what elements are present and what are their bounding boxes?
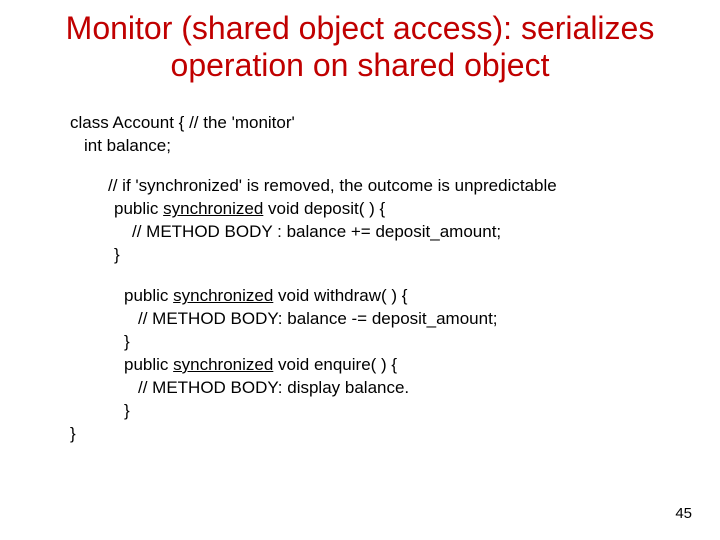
withdraw-body: // METHOD BODY: balance -= deposit_amoun…: [138, 308, 690, 331]
withdraw-signature: public synchronized void withdraw( ) {: [124, 285, 690, 308]
enquire-signature: public synchronized void enquire( ) {: [124, 354, 690, 377]
class-declaration: class Account { // the 'monitor': [70, 112, 690, 135]
withdraw-keyword: synchronized: [173, 286, 273, 305]
deposit-keyword: synchronized: [163, 199, 263, 218]
withdraw-post: void withdraw( ) {: [273, 286, 407, 305]
deposit-post: void deposit( ) {: [263, 199, 385, 218]
deposit-body: // METHOD BODY : balance += deposit_amou…: [132, 221, 690, 244]
enquire-post: void enquire( ) {: [273, 355, 397, 374]
withdraw-close: }: [124, 331, 690, 354]
field-declaration: int balance;: [84, 135, 690, 158]
enquire-pre: public: [124, 355, 173, 374]
class-close: }: [70, 423, 690, 446]
slide-title: Monitor (shared object access): serializ…: [30, 10, 690, 84]
sync-comment: // if 'synchronized' is removed, the out…: [108, 175, 690, 198]
deposit-close: }: [114, 244, 690, 267]
page-number: 45: [675, 505, 692, 522]
enquire-keyword: synchronized: [173, 355, 273, 374]
code-block: class Account { // the 'monitor' int bal…: [70, 112, 690, 446]
deposit-pre: public: [114, 199, 163, 218]
withdraw-pre: public: [124, 286, 173, 305]
enquire-body: // METHOD BODY: display balance.: [138, 377, 690, 400]
deposit-signature: public synchronized void deposit( ) {: [114, 198, 690, 221]
enquire-close: }: [124, 400, 690, 423]
